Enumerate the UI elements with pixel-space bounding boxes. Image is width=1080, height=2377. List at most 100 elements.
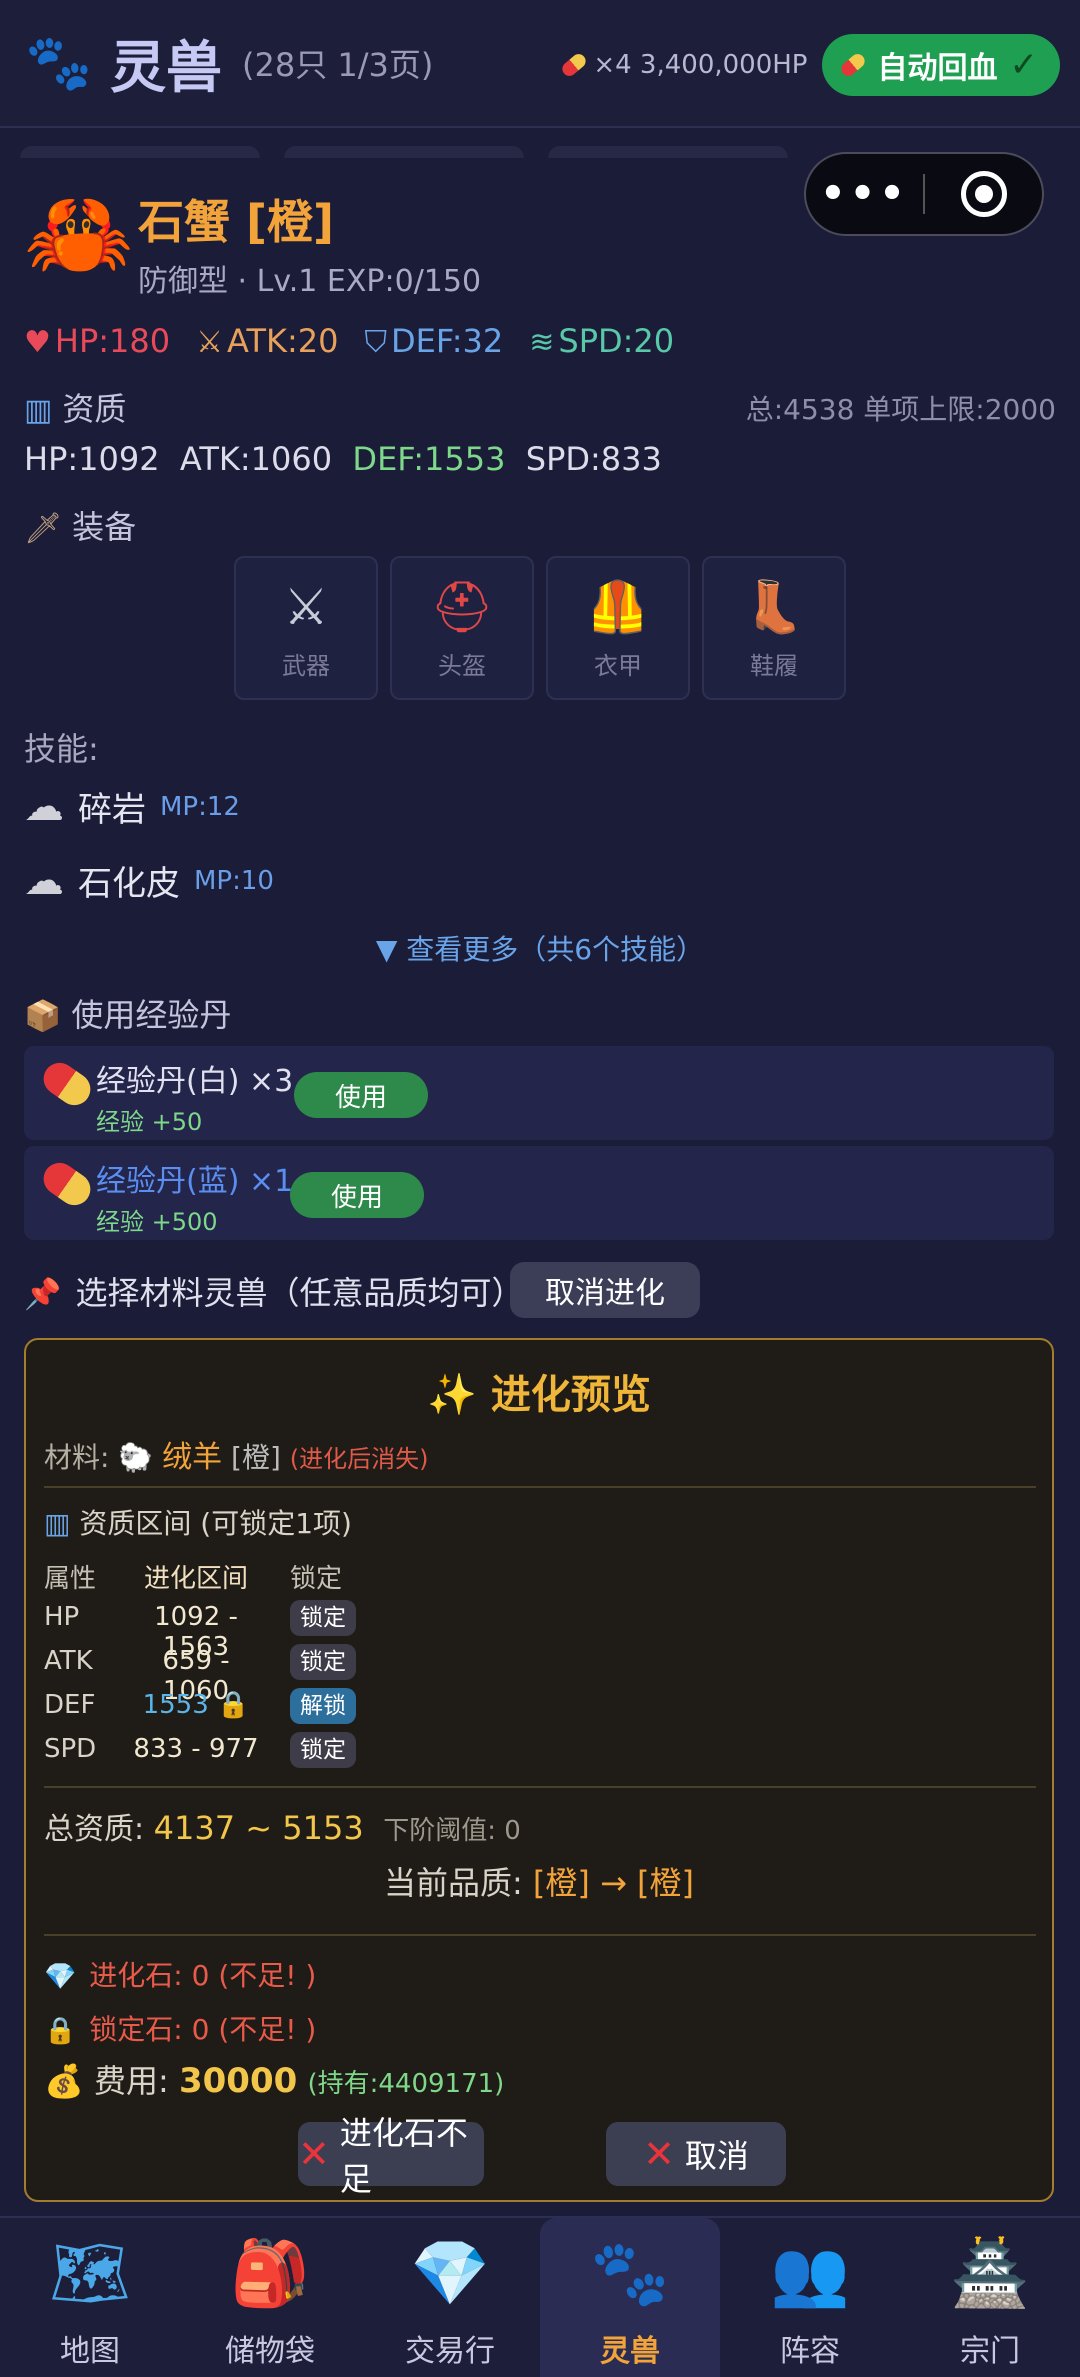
use-exp-pill-button[interactable]: 使用 [294, 1072, 428, 1118]
pill-icon [559, 51, 589, 79]
aptitude-heading: ▥ 资质 [24, 390, 127, 428]
lock-button[interactable]: 锁定 [290, 1732, 356, 1768]
top-header: 🐾 灵兽 (28只 1/3页) ×4 3,400,000HP 自动回血 ✓ [0, 0, 1080, 128]
map-icon: 🗺 [49, 2237, 131, 2311]
backpack-icon: 🎒 [230, 2237, 310, 2311]
evolution-fee: 💰 费用: 30000 (持有:4409171) [44, 2061, 505, 2101]
aptitude-range-heading: ▥ 资质区间 (可锁定1项) [44, 1507, 352, 1540]
material-heading: 📌 选择材料灵兽（任意品质均可） [24, 1274, 524, 1312]
beast-avatar: 🦀 [24, 182, 134, 285]
stat-def: DEF:32 [390, 322, 504, 360]
nav-item-trade[interactable]: 💎 交易行 [360, 2218, 540, 2377]
aptitude-values: HP:1092 ATK:1060 DEF:1553 SPD:833 [24, 440, 662, 478]
page: 🐾 灵兽 (28只 1/3页) ×4 3,400,000HP 自动回血 ✓ ••… [0, 0, 1080, 2377]
evo-stone-status: 💎 进化石: 0 (不足! ) [44, 1959, 317, 1992]
unlock-button[interactable]: 解锁 [290, 1688, 356, 1724]
exp-pill-item: 经验丹(白) ×3 经验 +50 使用 [24, 1046, 1054, 1140]
gem-icon: 💎 [44, 1962, 77, 1992]
crossed-swords-icon: ⚔ [283, 577, 329, 636]
exp-pill-item: 经验丹(蓝) ×1 经验 +500 使用 [24, 1146, 1054, 1240]
stat-spd: SPD:20 [558, 322, 675, 360]
apt-atk: ATK:1060 [179, 440, 333, 478]
equip-slot-armor[interactable]: 🦺 衣甲 [546, 556, 690, 700]
paw-icon: 🐾 [590, 2237, 670, 2311]
lock-stone-status: 🔒 锁定石: 0 (不足! ) [44, 2013, 317, 2046]
heart-icon: ♥ [24, 325, 51, 360]
wind-icon: ≋ [529, 325, 555, 360]
beast-name: 石蟹 [橙] [138, 195, 335, 249]
bar-chart-icon: ▥ [24, 393, 53, 428]
auto-heal-label: 自动回血 [877, 51, 998, 86]
skills-heading: 技能: [24, 730, 99, 768]
page-subtitle: (28只 1/3页) [242, 46, 434, 84]
equip-slot-weapon[interactable]: ⚔ 武器 [234, 556, 378, 700]
crab-icon: 🦀 [24, 182, 134, 285]
crossed-swords-icon: ⚔ [196, 325, 224, 360]
check-icon: ✓ [1009, 45, 1039, 85]
dagger-icon: 🗡 [24, 511, 63, 546]
pill-icon [37, 1156, 97, 1212]
potion-info: ×4 3,400,000HP [593, 50, 808, 80]
evolution-cancel-button[interactable]: ✕ 取消 [606, 2122, 786, 2186]
evolution-title: ✨ 进化预览 [427, 1372, 651, 1418]
cloud-icon: ☁ [24, 857, 64, 904]
more-menu-icon[interactable]: ••• [806, 171, 923, 217]
boot-icon: 👢 [742, 577, 806, 636]
helmet-icon: ⛑ [430, 577, 494, 636]
cross-icon: ✕ [298, 2132, 330, 2176]
shield-icon: ⛉ [364, 325, 387, 360]
apt-hp: HP:1092 [24, 440, 160, 478]
auto-heal-button[interactable]: 自动回血 ✓ [821, 34, 1060, 96]
use-exp-pill-button[interactable]: 使用 [290, 1172, 424, 1218]
bar-chart-icon: ▥ [44, 1507, 71, 1540]
pill-icon [37, 1056, 97, 1112]
cancel-evolution-button[interactable]: 取消进化 [510, 1262, 700, 1318]
beast-stats: ♥ HP:180 ⚔ ATK:20 ⛉ DEF:32 ≋ SPD:20 [24, 322, 674, 360]
evolution-material: 材料: 🐑 绒羊 [橙] (进化后消失) [44, 1440, 429, 1475]
table-row: ATK 659 - 1060 锁定 [44, 1644, 444, 1706]
evolution-preview-panel: ✨ 进化预览 材料: 🐑 绒羊 [橙] (进化后消失) ▥ 资质区间 (可锁定1… [24, 1338, 1054, 2202]
nav-item-beast[interactable]: 🐾 灵兽 [540, 2218, 720, 2377]
equipment-heading: 🗡 装备 [24, 508, 137, 546]
nav-item-sect[interactable]: 🏯 宗门 [900, 2218, 1080, 2377]
show-more-skills-link[interactable]: ▼ 查看更多（共6个技能） [0, 928, 1080, 968]
total-aptitude: 总资质: 4137 ~ 5153 下阶阈值: 0 [44, 1809, 521, 1847]
paw-icon: 🐾 [25, 31, 93, 94]
table-row: HP 1092 - 1563 锁定 [44, 1600, 444, 1662]
vest-icon: 🦺 [586, 577, 650, 636]
lock-button[interactable]: 锁定 [290, 1644, 356, 1680]
lock-icon: 🔒 [217, 1690, 250, 1720]
table-row: SPD 833 - 977 锁定 [44, 1732, 444, 1778]
pushpin-icon: 📌 [24, 1277, 62, 1312]
table-row: DEF 1553 🔒 解锁 [44, 1688, 444, 1734]
stat-atk: ATK:20 [227, 322, 339, 360]
exp-pill-heading: 📦 使用经验丹 [24, 996, 232, 1034]
lock-button[interactable]: 锁定 [290, 1600, 356, 1636]
equip-slot-boots[interactable]: 👢 鞋履 [702, 556, 846, 700]
castle-icon: 🏯 [950, 2237, 1030, 2311]
stat-hp: HP:180 [54, 322, 171, 360]
close-miniprogram-icon[interactable] [925, 171, 1042, 217]
aptitude-total: 总:4538 单项上限:2000 [745, 393, 1056, 426]
miniprogram-capsule: ••• [804, 152, 1044, 236]
page-title: 灵兽 [110, 35, 222, 101]
evolve-insufficient-button[interactable]: ✕ 进化石不足 [298, 2114, 484, 2198]
team-icon: 👥 [770, 2237, 850, 2311]
apt-spd: SPD:833 [525, 440, 662, 478]
lock-icon: 🔒 [44, 2016, 77, 2046]
pill-icon [838, 51, 867, 79]
equipment-slots: ⚔ 武器 ⛑ 头盔 🦺 衣甲 👢 鞋履 [234, 556, 846, 700]
nav-item-storage[interactable]: 🎒 储物袋 [180, 2218, 360, 2377]
cloud-icon: ☁ [24, 783, 64, 830]
bottom-nav: 🗺 地图 🎒 储物袋 💎 交易行 🐾 灵兽 👥 阵容 🏯 宗门 [0, 2216, 1080, 2377]
skill-item[interactable]: ☁ 石化皮 MP:10 [24, 856, 274, 905]
equip-slot-helmet[interactable]: ⛑ 头盔 [390, 556, 534, 700]
nav-item-team[interactable]: 👥 阵容 [720, 2218, 900, 2377]
beast-meta: 防御型 · Lv.1 EXP:0/150 [138, 264, 482, 299]
package-icon: 📦 [24, 999, 62, 1034]
nav-item-map[interactable]: 🗺 地图 [0, 2218, 180, 2377]
diamond-icon: 💎 [410, 2237, 490, 2311]
apt-def: DEF:1553 [352, 440, 506, 478]
skill-item[interactable]: ☁ 碎岩 MP:12 [24, 782, 240, 831]
sheep-icon: 🐑 [118, 1441, 154, 1474]
